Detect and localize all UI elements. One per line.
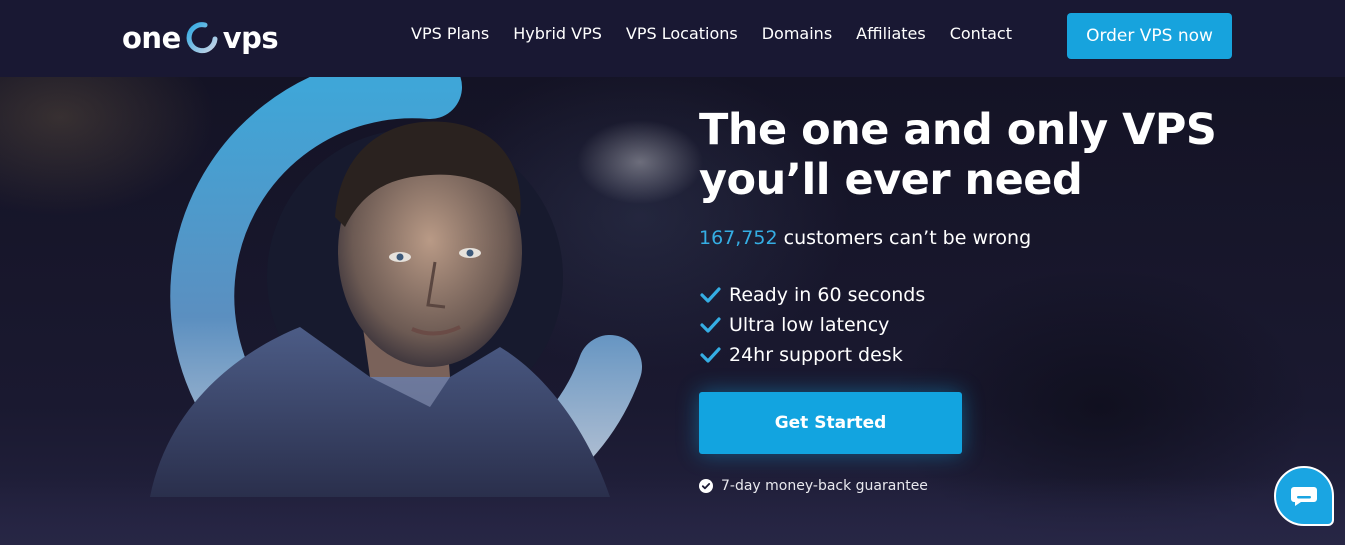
feature-item: Ready in 60 seconds bbox=[699, 280, 925, 310]
chat-bubble-icon bbox=[1291, 487, 1317, 506]
check-icon bbox=[700, 287, 721, 303]
feature-label: Ready in 60 seconds bbox=[729, 284, 926, 306]
feature-label: Ultra low latency bbox=[729, 314, 890, 336]
hero-tagline: 167,752 customers can’t be wrong bbox=[699, 227, 1031, 249]
nav-vps-locations[interactable]: VPS Locations bbox=[626, 22, 738, 46]
logo-text-vps: vps bbox=[222, 21, 279, 55]
guarantee-text: 7-day money-back guarantee bbox=[721, 478, 928, 494]
feature-list: Ready in 60 seconds Ultra low latency 24… bbox=[699, 280, 925, 370]
feature-label: 24hr support desk bbox=[729, 344, 903, 366]
chat-widget-button[interactable] bbox=[1274, 466, 1334, 526]
check-circle-icon bbox=[699, 479, 713, 493]
nav-contact[interactable]: Contact bbox=[950, 22, 1012, 46]
get-started-button[interactable]: Get Started bbox=[699, 392, 962, 454]
nav-hybrid-vps[interactable]: Hybrid VPS bbox=[513, 22, 602, 46]
check-icon bbox=[700, 347, 721, 363]
order-vps-button[interactable]: Order VPS now bbox=[1067, 13, 1232, 59]
money-back-guarantee: 7-day money-back guarantee bbox=[699, 478, 928, 494]
check-icon bbox=[700, 317, 721, 333]
main-nav: VPS Plans Hybrid VPS VPS Locations Domai… bbox=[411, 22, 1036, 46]
hero-headline: The one and only VPS you’ll ever need bbox=[699, 105, 1217, 205]
nav-vps-plans[interactable]: VPS Plans bbox=[411, 22, 489, 46]
hero-photo-man-at-computer bbox=[150, 77, 642, 497]
nav-affiliates[interactable]: Affiliates bbox=[856, 22, 926, 46]
logo-text-one: one bbox=[122, 21, 181, 55]
customer-count: 167,752 bbox=[699, 227, 778, 249]
logo-ring-icon bbox=[186, 22, 218, 54]
hero-section: The one and only VPS you’ll ever need 16… bbox=[0, 77, 1345, 545]
top-navbar: one vps VPS Plans Hybrid VPS VPS Locatio… bbox=[0, 0, 1345, 77]
feature-item: 24hr support desk bbox=[699, 340, 925, 370]
onevps-logo[interactable]: one vps bbox=[122, 18, 279, 58]
tagline-text: customers can’t be wrong bbox=[777, 227, 1032, 249]
nav-domains[interactable]: Domains bbox=[762, 22, 832, 46]
feature-item: Ultra low latency bbox=[699, 310, 925, 340]
